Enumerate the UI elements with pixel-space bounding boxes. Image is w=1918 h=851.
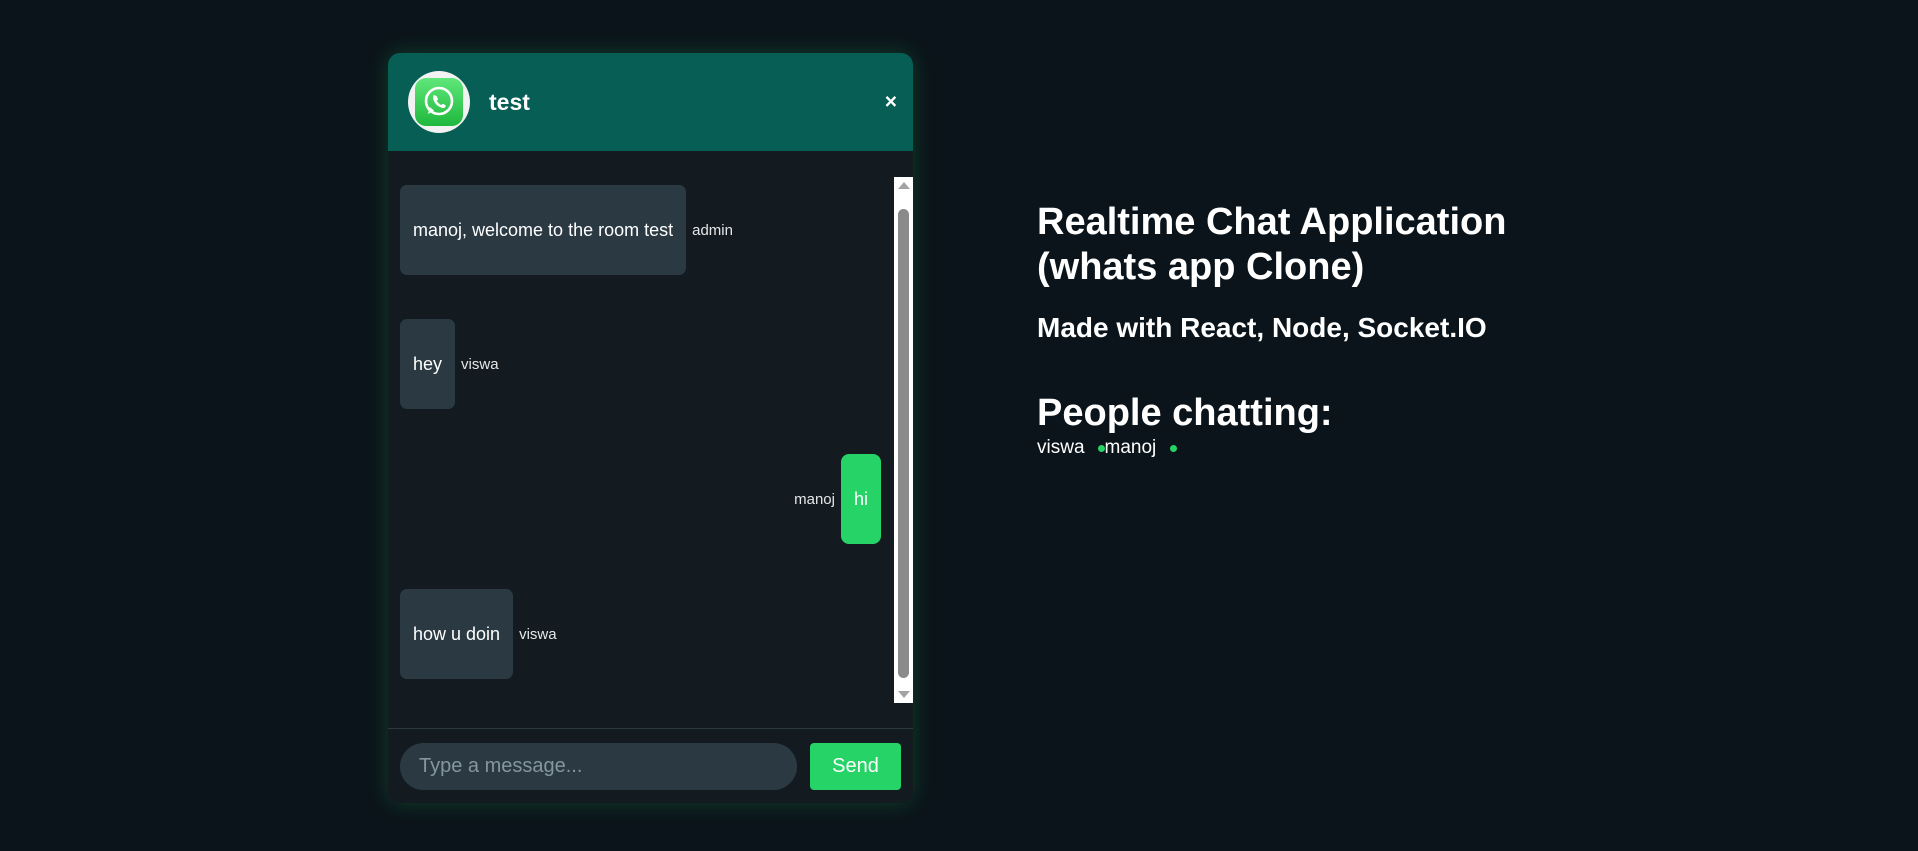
message-list: manoj, welcome to the room test admin he… bbox=[388, 151, 913, 728]
scroll-up-icon[interactable] bbox=[898, 182, 910, 189]
message-sender: viswa bbox=[519, 625, 557, 643]
scroll-thumb[interactable] bbox=[898, 209, 909, 678]
message-bubble: manoj, welcome to the room test bbox=[400, 185, 687, 275]
message-bubble: hey bbox=[400, 319, 456, 409]
send-button[interactable]: Send bbox=[810, 742, 901, 790]
info-panel: Realtime Chat Application (whats app Clo… bbox=[1037, 200, 1597, 459]
online-dot-icon bbox=[1097, 444, 1105, 452]
scroll-down-icon[interactable] bbox=[898, 691, 910, 698]
online-dot-icon bbox=[1170, 444, 1178, 452]
person-item: viswa bbox=[1037, 437, 1105, 459]
message-row-own: hi manoj bbox=[788, 454, 881, 544]
message-scrollbar[interactable] bbox=[894, 177, 913, 703]
chat-header: test × bbox=[388, 53, 913, 151]
chat-window: test × manoj, welcome to the room test a… bbox=[388, 53, 913, 803]
person-name: manoj bbox=[1104, 437, 1157, 458]
message-sender: viswa bbox=[461, 355, 499, 373]
people-heading: People chatting: bbox=[1037, 392, 1333, 434]
close-button[interactable]: × bbox=[885, 92, 897, 113]
message-sender: admin bbox=[692, 221, 733, 239]
person-item: manoj bbox=[1105, 437, 1178, 459]
message-sender: manoj bbox=[794, 490, 835, 508]
page: test × manoj, welcome to the room test a… bbox=[0, 0, 1918, 851]
whatsapp-logo-icon bbox=[408, 71, 470, 133]
person-name: viswa bbox=[1037, 437, 1085, 458]
people-list: viswa manoj bbox=[1037, 437, 1597, 459]
chat-footer: Send bbox=[388, 728, 913, 803]
message-input[interactable] bbox=[400, 742, 797, 790]
message-row: manoj, welcome to the room test admin bbox=[400, 185, 739, 275]
message-row: how u doin viswa bbox=[400, 589, 563, 679]
message-row: hey viswa bbox=[400, 319, 505, 409]
message-bubble-own: hi bbox=[840, 454, 881, 544]
room-name: test bbox=[489, 88, 530, 115]
app-title: Realtime Chat Application (whats app Clo… bbox=[1037, 201, 1507, 288]
message-bubble: how u doin bbox=[400, 589, 514, 679]
app-subtitle: Made with React, Node, Socket.IO bbox=[1037, 312, 1487, 343]
